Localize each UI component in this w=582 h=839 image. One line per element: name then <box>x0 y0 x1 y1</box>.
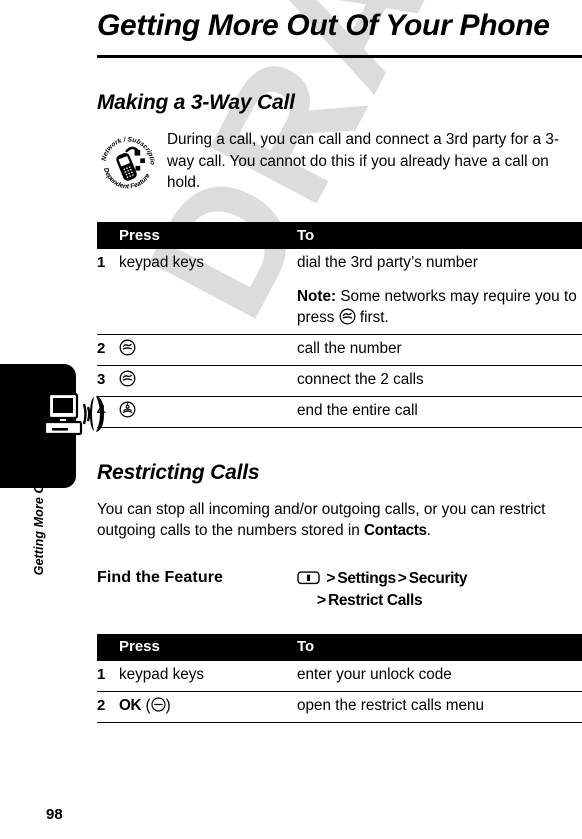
path-separator: > <box>397 569 407 587</box>
chapter-title: Getting More Out Of Your Phone <box>97 9 550 42</box>
step-to-text: dial the 3rd party’s number <box>297 254 478 272</box>
step-number: 2 <box>97 334 119 366</box>
soft-key-icon <box>151 696 166 712</box>
page-content: Getting More Out Of Your Phone Making a … <box>95 0 582 839</box>
step-number: 1 <box>97 665 106 683</box>
table-restrict-calls-steps: Press To 1 keypad keys enter your unlock… <box>97 633 582 722</box>
page-number: 98 <box>46 806 63 823</box>
step-to: call the number <box>297 334 582 366</box>
menu-path-line-2: > Restrict Calls <box>297 590 467 612</box>
note-label: Note: <box>297 288 337 306</box>
path-separator: > <box>317 591 327 609</box>
col-header-press: Press <box>119 222 297 250</box>
section-heading-making-3-way-call: Making a 3-Way Call <box>97 91 295 115</box>
menu-key-icon <box>297 570 320 584</box>
step-press: OK () <box>119 690 297 722</box>
table-header-row: Press To <box>97 633 582 661</box>
note-text-post: first. <box>355 309 389 327</box>
intro-paragraph: During a call, you can call and connect … <box>167 131 559 191</box>
step-to: end the entire call <box>297 396 582 428</box>
col-header-to: To <box>297 222 582 250</box>
step-to: enter your unlock code <box>297 665 452 683</box>
step-press: keypad keys <box>119 665 205 683</box>
step-to: dial the 3rd party’s number Note: Some n… <box>297 249 582 334</box>
step-press <box>119 365 297 397</box>
paragraph-text-post: . <box>426 522 431 540</box>
table-row: 4 end the entire call <box>97 396 582 428</box>
step-press: keypad keys <box>119 254 205 272</box>
table-row: 2 call the number <box>97 334 582 366</box>
table-header-row: Press To <box>97 222 582 250</box>
paragraph-text-pre: You can stop all incoming and/or outgoin… <box>97 501 546 540</box>
table-three-way-call-steps: Press To 1 keypad keys dial the 3rd part… <box>97 222 582 428</box>
step-note: Note: Some networks may require you to p… <box>297 274 582 329</box>
table-row: 3 connect the 2 calls <box>97 365 582 397</box>
intro-block: Network / Subscription Dependent Feature <box>95 115 582 200</box>
computer-phone-icon <box>44 392 104 436</box>
send-key-icon <box>339 308 356 325</box>
network-subscription-dependent-feature-icon: Network / Subscription Dependent Feature <box>95 128 165 200</box>
menu-path-line-1: > Settings > Security <box>297 568 468 590</box>
step-press <box>119 396 297 428</box>
find-the-feature-path: > Settings > Security > Restrict Calls <box>297 568 468 612</box>
step-number: 1 <box>97 254 106 272</box>
path-separator: > <box>326 569 336 587</box>
restricting-calls-paragraph: You can stop all incoming and/or outgoin… <box>97 485 582 542</box>
find-the-feature-block: Find the Feature > Settings > Security > Res… <box>97 568 582 612</box>
col-header-press: Press <box>119 633 297 661</box>
table-row: 1 keypad keys dial the 3rd party’s numbe… <box>97 249 582 334</box>
find-the-feature-label: Find the Feature <box>97 568 224 586</box>
col-header-number <box>97 633 119 661</box>
menu-item-restrict-calls: Restrict Calls <box>328 591 423 609</box>
step-number: 2 <box>97 690 119 722</box>
step-to: connect the 2 calls <box>297 365 582 397</box>
send-key-icon <box>119 339 136 356</box>
table-row: 2 OK () open the restrict calls menu <box>97 690 582 722</box>
soft-key-label-ok: OK <box>119 696 142 714</box>
col-header-number <box>97 222 119 250</box>
power-end-key-icon <box>119 401 136 418</box>
paren-close: ) <box>165 696 171 714</box>
col-header-to: To <box>297 633 582 661</box>
step-press <box>119 334 297 366</box>
menu-item-security: Security <box>408 569 468 587</box>
step-to: open the restrict calls menu <box>297 690 582 722</box>
contacts-menu-name: Contacts <box>364 522 427 540</box>
table-row: 1 keypad keys enter your unlock code <box>97 661 582 691</box>
menu-item-settings: Settings <box>337 569 396 587</box>
send-key-icon <box>119 370 136 387</box>
table-bottom-rule <box>97 721 582 723</box>
section-heading-restricting-calls: Restricting Calls <box>97 461 260 485</box>
